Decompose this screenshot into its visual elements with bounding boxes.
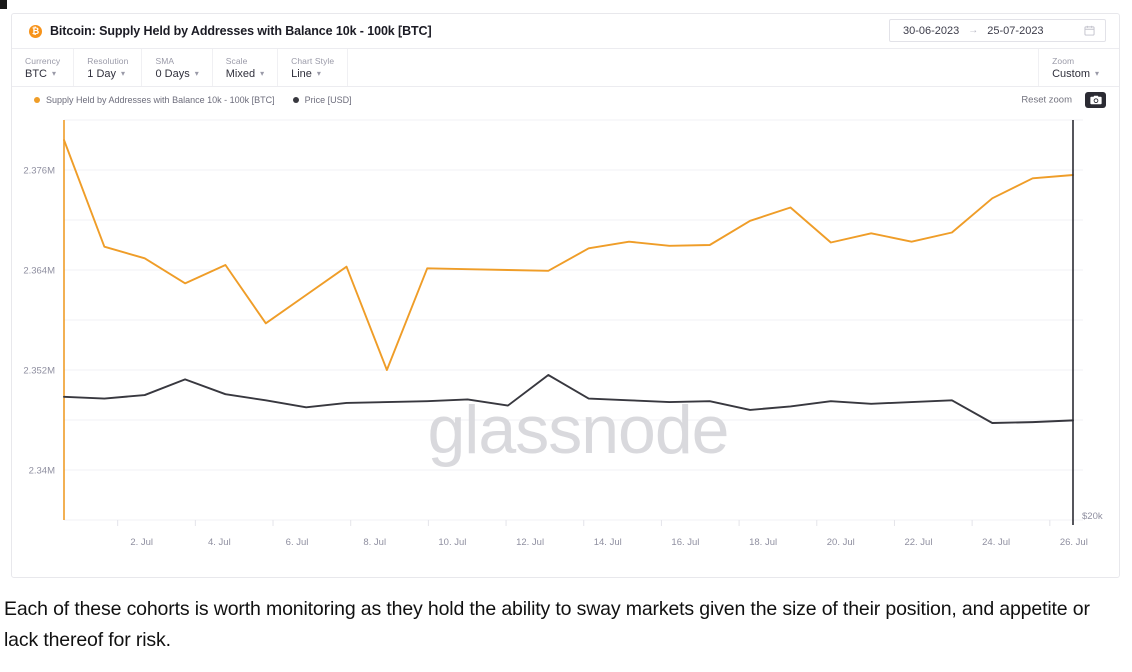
chart-plot-area[interactable]: 2.34M 2.352M 2.364M 2.376M 2. Jul 4. Jul 6. J…	[12, 113, 1119, 577]
control-zoom-label: Zoom	[1052, 55, 1075, 66]
glassnode-watermark: glassnode	[427, 392, 728, 468]
control-currency-text: BTC	[25, 67, 47, 80]
x-axis-tick-label: 16. Jul	[671, 537, 699, 548]
control-currency-label: Currency	[25, 55, 61, 66]
x-axis-tick-label: 2. Jul	[130, 537, 153, 548]
chevron-down-icon: ▾	[260, 68, 265, 78]
control-chart-style-value[interactable]: Line ▾	[291, 67, 334, 81]
glassnode-chart-widget: ₿ Bitcoin: Supply Held by Addresses with…	[11, 13, 1120, 578]
right-y-axis-label: $20k	[1082, 511, 1103, 522]
date-range-end[interactable]: 25-07-2023	[987, 25, 1043, 37]
y-axis-tick-label: 2.352M	[23, 366, 55, 377]
camera-icon[interactable]	[1085, 92, 1106, 108]
control-sma-label: SMA	[155, 55, 175, 66]
page-title: Bitcoin: Supply Held by Addresses with B…	[50, 24, 432, 38]
control-currency[interactable]: Currency BTC ▾	[12, 49, 75, 86]
chart-title-group: ₿ Bitcoin: Supply Held by Addresses with…	[29, 24, 432, 38]
control-chart-style-label: Chart Style	[291, 55, 335, 66]
control-sma-value[interactable]: 0 Days ▾	[155, 67, 198, 81]
control-resolution-value[interactable]: 1 Day ▾	[87, 67, 128, 81]
article-caption: Each of these cohorts is worth monitorin…	[4, 598, 1090, 651]
page-root: ₿ Bitcoin: Supply Held by Addresses with…	[0, 0, 1132, 672]
clipped-text-fragment	[0, 0, 7, 9]
date-range-picker[interactable]: 30-06-2023 → 25-07-2023	[889, 19, 1106, 42]
chevron-down-icon: ▾	[316, 68, 321, 78]
x-axis-tick-label: 20. Jul	[827, 537, 855, 548]
control-zoom-value[interactable]: Custom ▾	[1052, 67, 1099, 81]
x-axis-tick-label: 8. Jul	[363, 537, 386, 548]
chevron-down-icon: ▾	[121, 68, 126, 78]
chevron-down-icon: ▾	[1094, 68, 1099, 78]
control-scale-text: Mixed	[225, 67, 256, 80]
x-axis-tick-label: 10. Jul	[438, 537, 466, 548]
reset-zoom-button[interactable]: Reset zoom	[1021, 95, 1072, 106]
control-resolution[interactable]: Resolution 1 Day ▾	[74, 49, 143, 86]
control-sma-text: 0 Days	[155, 67, 190, 80]
bitcoin-icon: ₿	[29, 24, 42, 38]
chart-svg: 2.34M 2.352M 2.364M 2.376M 2. Jul 4. Jul 6. J…	[23, 119, 1103, 548]
x-axis-tick-label: 26. Jul	[1060, 537, 1088, 548]
control-scale-value[interactable]: Mixed ▾	[226, 67, 264, 81]
chevron-down-icon: ▾	[194, 68, 199, 78]
control-scale-label: Scale	[225, 55, 248, 66]
y-axis-tick-label: 2.34M	[29, 466, 55, 477]
x-axis-tick-label: 22. Jul	[904, 537, 932, 548]
supply-line-series	[63, 139, 1074, 371]
control-scale[interactable]: Scale Mixed ▾	[213, 49, 279, 86]
legend-color-swatch-price	[292, 97, 299, 103]
control-currency-value[interactable]: BTC ▾	[25, 67, 60, 81]
date-range-separator: →	[968, 25, 979, 36]
legend-label-price: Price [USD]	[304, 95, 352, 105]
x-axis-tick-label: 24. Jul	[982, 537, 1010, 548]
widget-controls: Currency BTC ▾ Resolution 1 Day ▾ SMA 0 …	[12, 49, 1119, 87]
control-sma[interactable]: SMA 0 Days ▾	[142, 49, 213, 86]
chevron-down-icon: ▾	[52, 68, 57, 78]
chart-legend: Supply Held by Addresses with Balance 10…	[12, 87, 1119, 113]
legend-item-price[interactable]: Price [USD]	[292, 95, 352, 105]
control-resolution-label: Resolution	[87, 55, 129, 66]
legend-color-swatch-supply	[34, 97, 40, 103]
calendar-icon[interactable]	[1084, 25, 1095, 36]
y-axis-tick-label: 2.364M	[23, 266, 55, 277]
chart-y-axis-labels: 2.34M 2.352M 2.364M 2.376M	[23, 166, 55, 477]
widget-header: ₿ Bitcoin: Supply Held by Addresses with…	[12, 14, 1119, 49]
control-zoom-text: Custom	[1052, 67, 1090, 80]
chart-x-axis-labels: 2. Jul 4. Jul 6. Jul 8. Jul 10. Jul 12. Jul 14…	[130, 537, 1087, 548]
control-zoom[interactable]: Zoom Custom ▾	[1038, 49, 1119, 86]
x-axis-tick-label: 4. Jul	[208, 537, 231, 548]
x-axis-tick-label: 18. Jul	[749, 537, 777, 548]
x-axis-tick-label: 6. Jul	[286, 537, 309, 548]
date-range-start[interactable]: 30-06-2023	[903, 25, 959, 37]
x-axis-tick-label: 14. Jul	[594, 537, 622, 548]
control-chart-style[interactable]: Chart Style Line ▾	[278, 49, 349, 86]
control-chart-style-text: Line	[291, 67, 312, 80]
y-axis-tick-label: 2.376M	[23, 166, 55, 177]
x-axis-tick-label: 12. Jul	[516, 537, 544, 548]
chart-x-axis-ticks	[117, 520, 1051, 526]
legend-label-supply: Supply Held by Addresses with Balance 10…	[46, 95, 275, 105]
control-resolution-text: 1 Day	[87, 67, 117, 80]
legend-item-supply[interactable]: Supply Held by Addresses with Balance 10…	[34, 95, 275, 105]
